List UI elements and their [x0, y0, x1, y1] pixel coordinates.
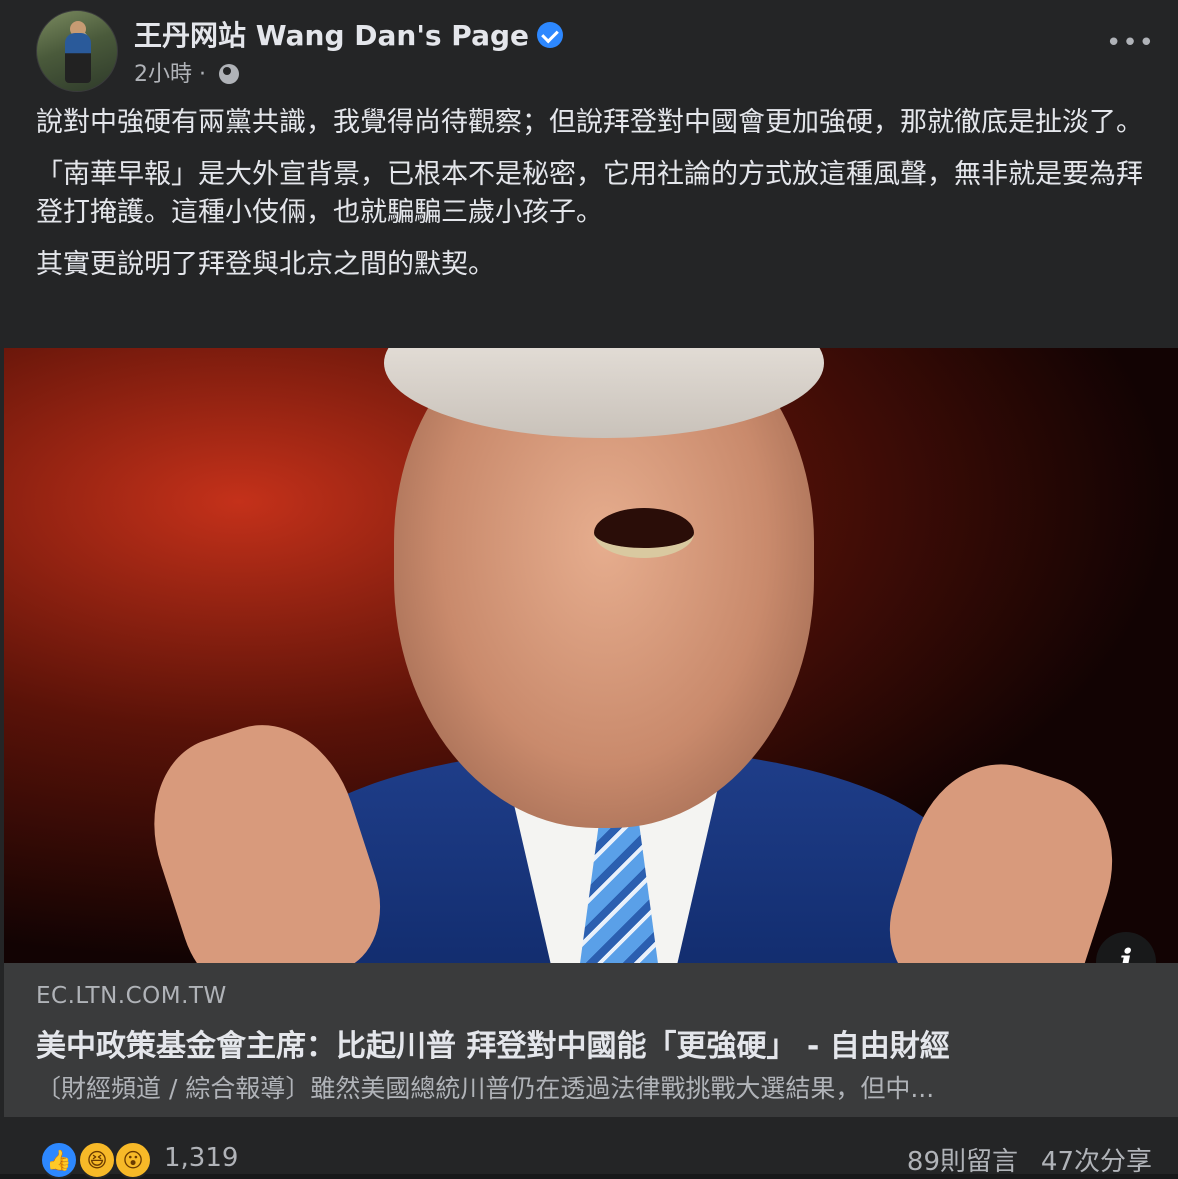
globe-icon[interactable]	[218, 64, 239, 84]
image-hand-left	[128, 703, 400, 963]
post-meta: 2小時 ·	[134, 56, 239, 88]
wow-reaction-icon: 😮	[114, 1141, 152, 1179]
post-card: 王丹网站 Wang Dan's Page 2小時 · ••• 說對中強硬有兩黨共…	[0, 0, 1178, 1179]
link-description: 〔財經頻道 / 綜合報導〕雖然美國總統川普仍在透過法律戰挑戰大選結果，但中...	[36, 1074, 935, 1103]
post-header: 王丹网站 Wang Dan's Page 2小時 · •••	[36, 10, 1154, 92]
post-paragraph-3: 其實更說明了拜登與北京之間的默契。	[36, 249, 495, 280]
page-name-link[interactable]: 王丹网站 Wang Dan's Page	[134, 14, 564, 54]
post-paragraph-1: 說對中強硬有兩黨共識，我覺得尚待觀察；但說拜登對中國會更加強硬，那就徹底是扯淡了…	[36, 107, 1143, 138]
image-hand-right	[871, 742, 1137, 963]
post-paragraph-2: 「南華早報」是大外宣背景，已根本不是秘密，它用社論的方式放這種風聲，無非就是要為…	[36, 159, 1143, 228]
link-preview[interactable]: EC.LTN.COM.TW 美中政策基金會主席：比起川普 拜登對中國能「更強硬」…	[4, 963, 1178, 1117]
image-mouth	[594, 508, 694, 558]
avatar-figure	[65, 33, 91, 83]
link-title: 美中政策基金會主席：比起川普 拜登對中國能「更強硬」 - 自由財經	[36, 1029, 950, 1064]
shares-count[interactable]: 47次分享	[1041, 1141, 1152, 1178]
post-timestamp[interactable]: 2小時 ·	[134, 62, 213, 87]
post-body: 說對中強硬有兩黨共識，我覺得尚待觀察；但說拜登對中國會更加強硬，那就徹底是扯淡了…	[36, 104, 1152, 298]
haha-reaction-icon: 😆	[78, 1141, 116, 1179]
link-domain: EC.LTN.COM.TW	[36, 983, 227, 1009]
like-reaction-icon: 👍	[40, 1141, 78, 1179]
page-name-text: 王丹网站 Wang Dan's Page	[134, 19, 530, 52]
link-preview-image[interactable]	[4, 348, 1178, 963]
more-options-icon[interactable]: •••	[1106, 28, 1154, 58]
reaction-count[interactable]: 1,319	[164, 1143, 238, 1173]
post-footer: 👍 😆 😮 1,319 89則留言 47次分享	[0, 1117, 1178, 1179]
page-avatar[interactable]	[36, 10, 118, 92]
comments-count[interactable]: 89則留言	[907, 1141, 1018, 1178]
verified-badge-icon	[537, 22, 564, 48]
